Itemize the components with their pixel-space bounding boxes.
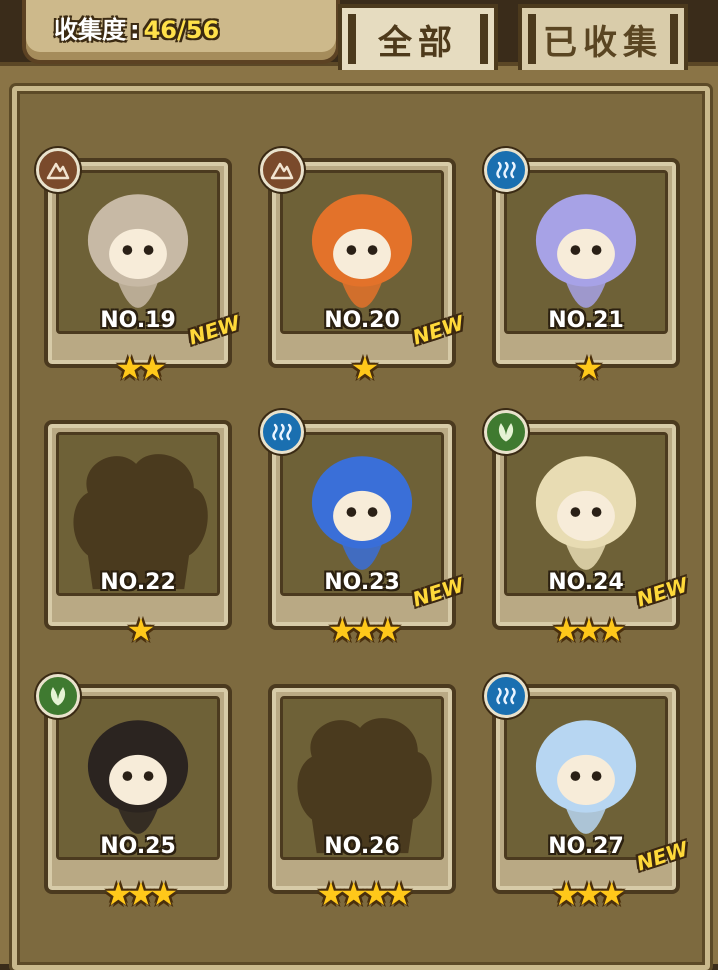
tab-collected[interactable]: 已收集 bbox=[518, 4, 688, 70]
tab-collected-left-bar bbox=[528, 14, 536, 64]
monster-card[interactable]: NO.27 NEW ★★★ bbox=[484, 674, 690, 910]
rarity-stars: ★★★ bbox=[551, 875, 626, 913]
wood-element-icon bbox=[36, 674, 80, 718]
water-element-icon bbox=[484, 148, 528, 192]
monster-card[interactable]: NO.19 NEW ★★ bbox=[36, 148, 242, 384]
collection-progress-count: 46/56 bbox=[143, 16, 220, 44]
tab-collected-label: 已收集 bbox=[543, 22, 663, 63]
collection-progress: 收集度:46/56 bbox=[54, 10, 219, 45]
rarity-stars: ★★★★ bbox=[316, 875, 414, 913]
water-element-icon bbox=[260, 410, 304, 454]
earth-element-icon bbox=[260, 148, 304, 192]
card-number: NO.25 bbox=[100, 834, 176, 859]
monster-card[interactable]: NO.23 NEW ★★★ bbox=[260, 410, 466, 646]
tab-all-right-bar bbox=[480, 14, 488, 64]
monster-card[interactable]: NO.21 ★ bbox=[484, 148, 680, 384]
monster-card[interactable]: NO.22 ★ bbox=[44, 420, 232, 646]
tab-all-left-bar bbox=[348, 14, 356, 64]
collection-progress-label: 收集度 bbox=[54, 16, 126, 44]
monster-card[interactable]: NO.20 NEW ★ bbox=[260, 148, 466, 384]
earth-element-icon bbox=[36, 148, 80, 192]
water-element-icon bbox=[484, 674, 528, 718]
rarity-stars: ★★★ bbox=[551, 611, 626, 649]
rarity-stars: ★ bbox=[350, 349, 380, 387]
collection-progress-colon: : bbox=[130, 16, 140, 44]
card-number: NO.21 bbox=[548, 308, 624, 333]
rarity-stars: ★★ bbox=[115, 349, 166, 387]
rarity-stars: ★★★ bbox=[103, 875, 178, 913]
rarity-stars: ★ bbox=[126, 611, 156, 649]
tab-all-label: 全部 bbox=[378, 22, 458, 63]
rarity-stars: ★ bbox=[574, 349, 604, 387]
monster-card[interactable]: NO.26 ★★★★ bbox=[268, 684, 456, 910]
rarity-stars: ★★★ bbox=[327, 611, 402, 649]
tab-all[interactable]: 全部 bbox=[338, 4, 498, 70]
monster-card[interactable]: NO.24 NEW ★★★ bbox=[484, 410, 690, 646]
card-number: NO.22 bbox=[100, 570, 176, 595]
tab-collected-right-bar bbox=[670, 14, 678, 64]
card-number: NO.26 bbox=[324, 834, 400, 859]
wood-element-icon bbox=[484, 410, 528, 454]
monster-card[interactable]: NO.25 ★★★ bbox=[36, 674, 232, 910]
